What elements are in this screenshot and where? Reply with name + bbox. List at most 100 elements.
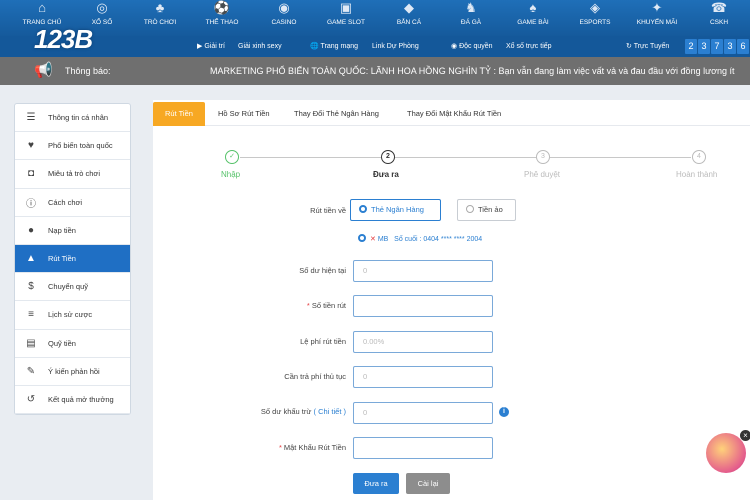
casino-icon: ◉ [278,0,290,15]
bank-card-option[interactable]: Thẻ Ngân Hàng [350,199,441,221]
nav-fish[interactable]: ◆ BẮN CÁ [378,0,440,36]
sidebar-item[interactable]: ☰ Thông tin cá nhân [15,104,130,133]
bank-name: MB [377,236,389,243]
nav-label: CSKH [709,19,729,26]
sidebar-item[interactable]: ✎ Ý kiến phản hồi [15,358,130,386]
sidebar-item[interactable]: ↺ Kết quả mở thưởng [15,386,130,415]
nav-label: CASINO [271,19,297,26]
exclusive-label: Độc quyền [459,43,493,50]
notice-bar: 📢 Thông báo: MARKETING PHỔ BIẾN TOÀN QUỐ… [0,57,750,85]
esports-icon: ◈ [590,0,600,15]
sexy-link[interactable]: Giải xinh sexy [238,36,282,57]
rooster-icon: ♞ [465,0,477,15]
sidebar-item[interactable]: ◘ Miêu tả trò chơi [15,160,130,189]
withdraw-password-input[interactable] [353,437,493,459]
balance-field: 0 [353,260,493,282]
nav-label: BẮN CÁ [396,19,422,26]
sidebar-item-label: Quỹ tiền [48,338,76,348]
submit-button[interactable]: Đưa ra [353,473,399,494]
sidebar-item[interactable]: ⓘ Cách chơi [15,189,130,217]
live-lottery-link[interactable]: Xổ số trực tiếp [506,36,552,57]
nav-cards[interactable]: ♠ GAME BÀI [502,0,564,36]
sports-icon: ⚽ [213,0,231,15]
amount-input[interactable] [353,295,493,317]
deduct-label: Số dư khấu trừ ( Chi tiết ) [146,407,346,416]
sidebar-item-label: Lịch sử cược [48,310,93,320]
step-check-icon: ✓ [225,150,239,164]
sidebar-icon: ☰ [26,112,36,124]
deduct-field: 0 [353,402,493,424]
deduct-detail-link[interactable]: ( Chi tiết ) [313,407,346,416]
nav-casino[interactable]: ◉ CASINO [253,0,315,36]
exclusive-link[interactable]: ◉ Độc quyền [451,36,493,57]
virtual-currency-option-label: Tiền ảo [478,205,503,214]
sidebar-icon: ◘ [27,168,35,180]
nav-rooster[interactable]: ♞ ĐÁ GÀ [440,0,502,36]
online-text: Trực Tuyến [633,43,670,50]
amount-label-text: Số tiền rút [311,301,346,310]
nav-label: ESPORTS [579,19,611,26]
tab-change-withdraw-password[interactable]: Thay Đổi Mật Khẩu Rút Tiền [407,102,501,126]
bank-number: 0404 **** **** 2004 [423,236,483,243]
fee-field: 0.00% [353,331,493,353]
tab-withdraw-history[interactable]: Hồ Sơ Rút Tiền [218,102,270,126]
sidebar-icon: ● [27,224,35,236]
sidebar-item[interactable]: ≡ Lịch sử cược [15,301,130,330]
step-circle: 3 [536,150,550,164]
virtual-currency-option[interactable]: Tiền ảo [457,199,516,221]
step-label-complete: Hoàn thành [676,170,718,179]
backup-link[interactable]: Link Dự Phòng [372,36,419,57]
close-icon[interactable]: × [740,430,750,441]
cards-icon: ♠ [529,0,537,15]
sidebar-item[interactable]: ▲ Rút Tiền [15,244,130,274]
radio-unchecked-icon [466,205,474,213]
sidebar-item-label: Cách chơi [48,197,83,207]
sidebar-icon: ♥ [28,140,34,152]
step-label-submit: Đưa ra [373,170,399,179]
balance-label: Số dư hiện tại [299,266,346,275]
bank-card-option-label: Thẻ Ngân Hàng [371,205,424,214]
sidebar-icon: ↺ [26,393,36,405]
deduct-label-text: Số dư khấu trừ [260,407,312,416]
site-logo[interactable]: 123B [34,22,214,62]
home-icon: ⌂ [38,0,46,15]
password-label: * Mật Khẩu Rút Tiền [278,443,346,452]
refresh-icon[interactable]: ↻ [626,43,632,50]
online-digit: 3 [698,39,710,54]
nav-esports[interactable]: ◈ ESPORTS [564,0,626,36]
nav-label: GAME BÀI [517,19,549,26]
sidebar-icon: ⓘ [26,198,36,210]
tab-bar: Rút Tiền Hồ Sơ Rút Tiền Thay Đổi Thẻ Ngâ… [153,100,750,126]
nav-slot[interactable]: ▣ GAME SLOT [315,0,377,36]
sidebar-item[interactable]: ● Nạp tiền [15,217,130,245]
tab-change-bank-card[interactable]: Thay Đổi Thẻ Ngân Hàng [294,102,379,126]
sidebar-item[interactable]: ♥ Phổ biến toàn quốc [15,132,130,161]
sidebar-icon: ▤ [26,337,36,349]
online-label: ↻ Trực Tuyến [626,36,669,57]
step-circle-active: 2 [381,150,395,164]
nav-support[interactable]: ☎ CSKH [688,0,750,36]
sidebar-item-label: Miêu tả trò chơi [48,169,101,179]
reset-button[interactable]: Cài lại [406,473,450,494]
tab-withdraw[interactable]: Rút Tiền [153,102,205,126]
fee-pay-label: Cần trả phí thủ tục [284,372,346,381]
logo-text: 123B [34,24,93,54]
network-link[interactable]: 🌐 Trang mạng [310,36,358,57]
jackpot-badge-icon[interactable] [706,433,746,473]
sidebar-icon: ▲ [26,253,36,265]
sidebar-icon: ✎ [26,365,36,377]
bank-account-select[interactable]: ✕ MB Số cuối : 0404 **** **** 2004 [358,234,482,243]
online-digit: 3 [724,39,736,54]
nav-label: ĐÁ GÀ [460,19,482,26]
info-icon[interactable]: i [499,407,509,417]
fee-pay-field: 0 [353,366,493,388]
withdraw-panel: Rút Tiền Hồ Sơ Rút Tiền Thay Đổi Thẻ Ngâ… [153,100,750,500]
slot-icon: ▣ [339,0,353,15]
sidebar-icon: ≡ [28,309,34,321]
lottery-icon: ◎ [96,0,108,15]
nav-gift[interactable]: ✦ KHUYẾN MÃI [626,0,688,36]
sidebar-item[interactable]: $ Chuyển quỹ [15,273,130,302]
sidebar-item-label: Rút Tiền [48,254,76,264]
sidebar-item[interactable]: ▤ Quỹ tiền [15,330,130,358]
sidebar-item-label: Ý kiến phản hồi [48,366,100,376]
